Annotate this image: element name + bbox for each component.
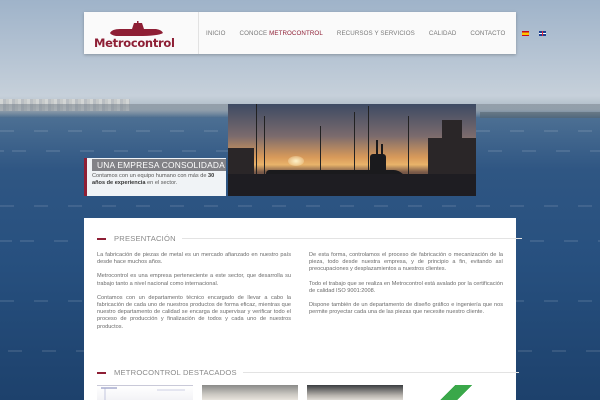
section-dash [97,237,106,240]
wave [0,205,600,207]
nav-recursos-servicios[interactable]: RECURSOS Y SERVICIOS [330,30,422,37]
section-header-destacados: METROCONTROL DESTACADOS [97,368,519,377]
thumbnail-drawing[interactable] [97,385,193,400]
section-dash [97,371,106,374]
en-flag-icon[interactable] [539,30,547,36]
section-title: PRESENTACIÓN [114,234,176,243]
sun [288,156,304,166]
nav-label-accent: METROCONTROL [269,29,323,37]
paragraph: Dispone también de un departamento de di… [309,302,503,316]
nav-label-prefix: CONOCE [239,29,270,37]
section-title: METROCONTROL DESTACADOS [114,368,237,377]
paragraph: De esta forma, controlamos el proceso de… [309,252,503,273]
mast [408,116,409,176]
mast [354,112,355,176]
dock [228,174,476,196]
thumbnail-machine[interactable] [307,385,403,400]
paragraph: Todo el trabajo que se realiza en Metroc… [309,280,503,294]
section-rule [242,372,519,373]
main-nav: INICIO CONOCE METROCONTROL RECURSOS Y SE… [198,12,550,54]
site-header: Metrocontrol INICIO CONOCE METROCONTROL … [84,12,547,54]
caption-text-before: Contamos con un equipo humano con más de [92,173,207,179]
nav-contacto[interactable]: CONTACTO [463,30,512,37]
mast [320,126,321,176]
destacados-thumbnails [97,385,507,400]
nav-inicio[interactable]: INICIO [199,30,233,37]
nav-conoce-metrocontrol[interactable]: CONOCE METROCONTROL [233,30,330,37]
section-rule [181,238,522,239]
paragraph: Metrocontrol es una empresa pertenecient… [97,273,291,287]
periscope [376,140,378,156]
paragraph: La fabricación de piezas de metal es un … [97,252,291,266]
paragraph: Contamos con un departamento técnico enc… [97,294,291,330]
thumbnail-workshop[interactable] [202,385,298,400]
nav-calidad[interactable]: CALIDAD [422,30,464,37]
caption-title: UNA EMPRESA CONSOLIDADA [92,159,226,171]
building [442,120,462,178]
technical-drawing-icon [101,387,185,400]
es-flag-icon[interactable] [522,30,530,36]
caption-accent-bar [84,158,87,196]
periscope [381,144,383,156]
mast [256,104,257,176]
mast [264,116,265,176]
caption-text-after: en el sector. [145,180,178,186]
thumbnail-part[interactable] [411,385,507,400]
hero-image-submarine [228,104,476,196]
section-header-presentacion: PRESENTACIÓN [97,234,522,243]
mast [368,106,369,176]
presentacion-right-column: De esta forma, controlamos el proceso de… [309,252,503,323]
logo-text: Metrocontrol [94,36,175,50]
logo[interactable]: Metrocontrol [94,16,176,50]
presentacion-left-column: La fabricación de piezas de metal es un … [97,252,291,338]
caption-text: Contamos con un equipo humano con más de… [92,173,224,187]
submarine-logo-icon [110,21,163,36]
